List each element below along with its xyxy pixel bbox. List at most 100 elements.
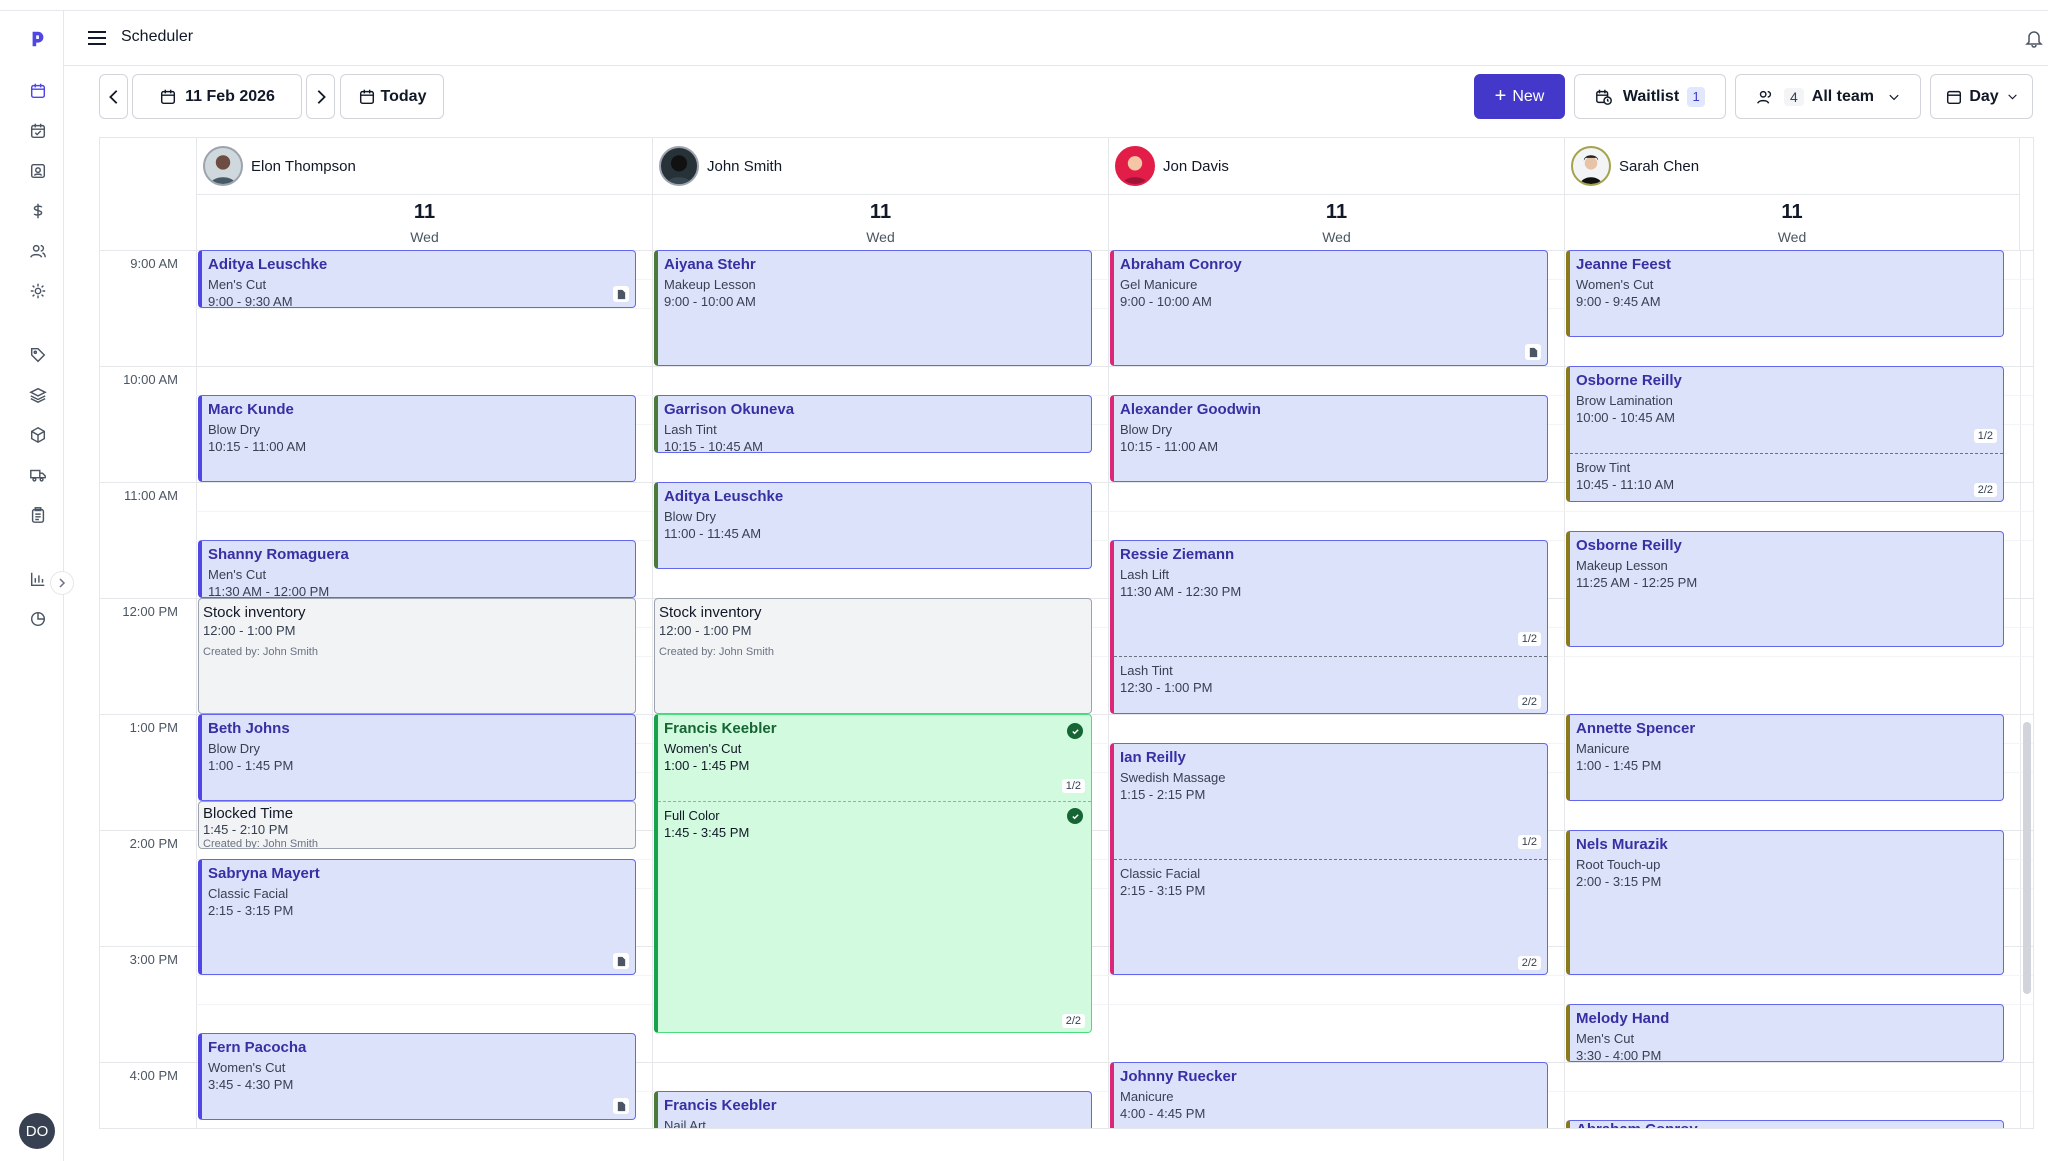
team-filter-select[interactable]: 4 All team bbox=[1735, 74, 1921, 119]
contact-card-icon[interactable] bbox=[11, 157, 64, 185]
user-avatar[interactable]: DO bbox=[19, 1113, 55, 1149]
weekday-label: Wed bbox=[866, 229, 895, 245]
service-name: Lash Tint bbox=[664, 422, 717, 437]
today-button[interactable]: Today bbox=[340, 74, 444, 119]
segment-badge: 1/2 bbox=[1973, 429, 1997, 443]
appointment-time: 9:00 - 9:30 AM bbox=[208, 294, 293, 308]
created-by-note: Created by: John Smith bbox=[203, 838, 318, 849]
staff-name: Sarah Chen bbox=[1619, 157, 1700, 175]
service-name: Lash Lift bbox=[1120, 567, 1170, 582]
appointment-card[interactable]: Jeanne Feest Women's Cut 9:00 - 9:45 AM bbox=[1566, 250, 2004, 337]
day-calendar-grid: Elon Thompson 11 Wed John Smith 11 Wed J… bbox=[99, 137, 2034, 1129]
prev-day-button[interactable] bbox=[99, 74, 128, 119]
appointment-card[interactable]: Ian Reilly Swedish Massage 1:15 - 2:15 P… bbox=[1110, 743, 1548, 975]
staff-avatar[interactable] bbox=[203, 146, 243, 186]
appointment-card[interactable]: Beth Johns Blow Dry 1:00 - 1:45 PM bbox=[198, 714, 636, 801]
appointment-card[interactable]: Aiyana Stehr Makeup Lesson 9:00 - 10:00 … bbox=[654, 250, 1092, 366]
appointment-time: 9:00 - 10:00 AM bbox=[664, 294, 756, 309]
staff-avatar[interactable] bbox=[659, 146, 699, 186]
new-button[interactable]: + New bbox=[1474, 74, 1565, 119]
completed-appointment-card[interactable]: Francis Keebler Women's Cut 1:00 - 1:45 … bbox=[654, 714, 1092, 1033]
staff-avatar[interactable] bbox=[1571, 146, 1611, 186]
client-name: Shanny Romaguera bbox=[208, 546, 349, 563]
appointment-card[interactable]: Sabryna Mayert Classic Facial 2:15 - 3:1… bbox=[198, 859, 636, 975]
window-top-strip bbox=[0, 0, 2048, 11]
client-name: Abraham Conroy bbox=[1576, 1121, 1997, 1128]
menu-icon[interactable] bbox=[86, 27, 108, 49]
layers-icon[interactable] bbox=[11, 381, 64, 409]
service-name: Women's Cut bbox=[664, 741, 742, 756]
staff-column-header: Sarah Chen 11 Wed bbox=[1564, 138, 2020, 250]
expand-rail-button[interactable] bbox=[50, 571, 74, 595]
calendar-icon[interactable] bbox=[11, 77, 64, 105]
users-icon[interactable] bbox=[11, 237, 64, 265]
appointment-card[interactable]: Marc Kunde Blow Dry 10:15 - 11:00 AM bbox=[198, 395, 636, 482]
service-name: Women's Cut bbox=[1576, 277, 1654, 292]
blocked-event-card[interactable]: Stock inventory 12:00 - 1:00 PM Created … bbox=[654, 598, 1092, 714]
appointment-card[interactable]: Johnny Ruecker Manicure 4:00 - 4:45 PM bbox=[1110, 1062, 1548, 1128]
blocked-event-card[interactable]: Stock inventory 12:00 - 1:00 PM Created … bbox=[198, 598, 636, 714]
staff-column-header: John Smith 11 Wed bbox=[652, 138, 1108, 250]
settings-icon[interactable] bbox=[11, 277, 64, 305]
appointment-time: 3:30 - 4:00 PM bbox=[1576, 1048, 1662, 1062]
appointment-card[interactable]: Osborne Reilly Makeup Lesson 11:25 AM - … bbox=[1566, 531, 2004, 647]
appointment-card[interactable]: Osborne Reilly Brow Lamination 10:00 - 1… bbox=[1566, 366, 2004, 502]
time-grid: 9:00 AM 10:00 AM 11:00 AM 12:00 PM 1:00 … bbox=[100, 250, 2033, 1128]
dollar-icon[interactable] bbox=[11, 197, 64, 225]
vertical-scrollbar[interactable] bbox=[2023, 722, 2031, 994]
appointment-card[interactable]: Shanny Romaguera Men's Cut 11:30 AM - 12… bbox=[198, 540, 636, 598]
appointment-card[interactable]: Ressie Ziemann Lash Lift 11:30 AM - 12:3… bbox=[1110, 540, 1548, 714]
appointment-card[interactable]: Aditya Leuschke Men's Cut 9:00 - 9:30 AM bbox=[198, 250, 636, 308]
service-name: Manicure bbox=[1576, 741, 1630, 756]
service-name: Blow Dry bbox=[208, 741, 261, 756]
service-name: Manicure bbox=[1120, 1089, 1174, 1104]
appointment-card[interactable]: Francis Keebler Nail Art bbox=[654, 1091, 1092, 1128]
truck-icon[interactable] bbox=[11, 461, 64, 489]
client-name: Melody Hand bbox=[1576, 1010, 1670, 1027]
appointment-card[interactable]: Abraham Conroy bbox=[1566, 1120, 2004, 1128]
next-day-button[interactable] bbox=[306, 74, 335, 119]
appointment-time: 12:30 - 1:00 PM bbox=[1120, 680, 1213, 695]
event-time: 12:00 - 1:00 PM bbox=[203, 623, 296, 638]
segment-badge: 2/2 bbox=[1517, 956, 1541, 970]
blocked-time-card[interactable]: Blocked Time 1:45 - 2:10 PM Created by: … bbox=[198, 801, 636, 849]
service-name: Lash Tint bbox=[1120, 663, 1173, 678]
service-name: Gel Manicure bbox=[1120, 277, 1198, 292]
weekday-label: Wed bbox=[410, 229, 439, 245]
appointment-time: 11:30 AM - 12:30 PM bbox=[1120, 584, 1242, 599]
client-name: Jeanne Feest bbox=[1576, 256, 1672, 273]
appointment-card[interactable]: Aditya Leuschke Blow Dry 11:00 - 11:45 A… bbox=[654, 482, 1092, 569]
pie-chart-icon[interactable] bbox=[11, 605, 64, 633]
appointment-card[interactable]: Melody Hand Men's Cut 3:30 - 4:00 PM bbox=[1566, 1004, 2004, 1062]
app-header: Scheduler bbox=[64, 11, 2048, 66]
app-logo-icon[interactable] bbox=[11, 25, 64, 53]
view-select[interactable]: Day bbox=[1930, 74, 2033, 119]
day-number: 11 bbox=[413, 201, 436, 223]
today-label: Today bbox=[380, 87, 427, 105]
appointment-card[interactable]: Abraham Conroy Gel Manicure 9:00 - 10:00… bbox=[1110, 250, 1548, 366]
segment-badge: 2/2 bbox=[1061, 1014, 1085, 1028]
tag-icon[interactable] bbox=[11, 341, 64, 369]
appointment-card[interactable]: Garrison Okuneva Lash Tint 10:15 - 10:45… bbox=[654, 395, 1092, 453]
appointment-card[interactable]: Alexander Goodwin Blow Dry 10:15 - 11:00… bbox=[1110, 395, 1548, 482]
service-name: Blow Dry bbox=[208, 422, 261, 437]
time-label: 3:00 PM bbox=[129, 952, 178, 967]
created-by-note: Created by: John Smith bbox=[659, 646, 774, 658]
appointment-time: 1:15 - 2:15 PM bbox=[1120, 787, 1206, 802]
time-label: 4:00 PM bbox=[129, 1068, 178, 1083]
date-picker-button[interactable]: 11 Feb 2026 bbox=[132, 74, 302, 119]
appointment-card[interactable]: Annette Spencer Manicure 1:00 - 1:45 PM bbox=[1566, 714, 2004, 801]
clipboard-icon[interactable] bbox=[11, 501, 64, 529]
client-name: Francis Keebler bbox=[664, 1097, 777, 1114]
weekday-label: Wed bbox=[1777, 229, 1807, 245]
client-name: Abraham Conroy bbox=[1120, 256, 1242, 273]
appointment-card[interactable]: Nels Murazik Root Touch-up 2:00 - 3:15 P… bbox=[1566, 830, 2004, 975]
staff-avatar[interactable] bbox=[1115, 146, 1155, 186]
box-icon[interactable] bbox=[11, 421, 64, 449]
document-icon bbox=[613, 1098, 629, 1114]
calendar-check-icon[interactable] bbox=[11, 117, 64, 145]
appointment-card[interactable]: Fern Pacocha Women's Cut 3:45 - 4:30 PM bbox=[198, 1033, 636, 1120]
notification-bell-icon[interactable] bbox=[2024, 28, 2044, 48]
waitlist-button[interactable]: Waitlist 1 bbox=[1574, 74, 1726, 119]
client-name: Ressie Ziemann bbox=[1120, 546, 1235, 563]
